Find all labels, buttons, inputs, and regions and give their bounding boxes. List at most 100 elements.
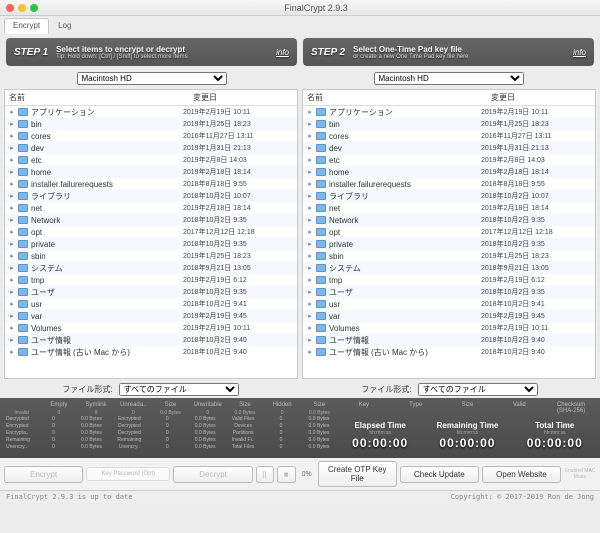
disclosure-icon: ▸ (307, 132, 313, 140)
list-item[interactable]: ▸bin2019年1月25日 18:23 (303, 118, 595, 130)
create-otp-button[interactable]: Create OTP Key File (318, 461, 397, 487)
folder-icon (316, 276, 326, 284)
list-item[interactable]: ▸ライブラリ2018年10月2日 10:07 (5, 190, 297, 202)
folder-icon (316, 300, 326, 308)
action-button-bar: Encrypt Key Password (Opt) Decrypt || ■ … (0, 458, 600, 490)
list-item[interactable]: ▸Volumes2019年2月19日 10:11 (5, 322, 297, 334)
file-name: var (329, 312, 481, 321)
right-file-list[interactable]: ▸アプリケーション2019年2月19日 10:11▸bin2019年1月25日 … (303, 106, 595, 378)
file-name: dev (329, 144, 481, 153)
minimize-icon[interactable] (18, 4, 26, 12)
list-item[interactable]: ▸ユーザ2018年10月2日 9:35 (303, 286, 595, 298)
list-item[interactable]: ▸private2018年10月2日 9:35 (303, 238, 595, 250)
disclosure-icon: ▸ (9, 240, 15, 248)
file-name: Network (31, 216, 183, 225)
list-item[interactable]: ▸opt2017年12月12日 12:18 (303, 226, 595, 238)
step-2: STEP 2 Select One-Time Pad key file or c… (303, 38, 594, 66)
list-item[interactable]: ▸usr2018年10月2日 9:41 (303, 298, 595, 310)
list-item[interactable]: ▸sbin2019年1月25日 18:23 (5, 250, 297, 262)
file-name: ユーザ (31, 287, 183, 298)
file-panes: 名前 変更日 ▸アプリケーション2019年2月19日 10:11▸bin2019… (0, 89, 600, 379)
close-icon[interactable] (6, 4, 14, 12)
list-item[interactable]: ▸home2019年2月18日 18:14 (303, 166, 595, 178)
step-2-info-link[interactable]: info (573, 48, 586, 57)
tab-log[interactable]: Log (49, 18, 80, 34)
list-item[interactable]: ▸cores2016年11月27日 13:11 (5, 130, 297, 142)
list-item[interactable]: ▸ユーザ情報2018年10月2日 9:40 (5, 334, 297, 346)
list-item[interactable]: ▸tmp2019年2月19日 6:12 (303, 274, 595, 286)
stats-right: KeyTypeSizeValidChecksum (SHA-256) Elaps… (341, 402, 594, 454)
encrypt-button[interactable]: Encrypt (4, 466, 83, 483)
list-item[interactable]: ▸var2019年2月19日 9:45 (303, 310, 595, 322)
disclosure-icon: ▸ (9, 252, 15, 260)
file-name: ライブラリ (31, 191, 183, 202)
stats-left: EmptySymlinkUnreada..SizeUnwritableSizeH… (6, 402, 335, 454)
list-item[interactable]: ▸private2018年10月2日 9:35 (5, 238, 297, 250)
list-item[interactable]: ▸var2019年2月19日 9:45 (5, 310, 297, 322)
check-update-button[interactable]: Check Update (400, 466, 479, 483)
list-item[interactable]: ▸ユーザ情報 (古い Mac から)2018年10月2日 9:40 (5, 346, 297, 358)
list-item[interactable]: ▸opt2017年12月12日 12:18 (5, 226, 297, 238)
folder-icon (316, 312, 326, 320)
list-item[interactable]: ▸sbin2019年1月25日 18:23 (303, 250, 595, 262)
disclosure-icon: ▸ (307, 300, 313, 308)
right-drive-select[interactable]: Macintosh HD (374, 72, 524, 85)
left-drive-select[interactable]: Macintosh HD (77, 72, 227, 85)
file-name: var (31, 312, 183, 321)
list-item[interactable]: ▸システム2018年9月21日 13:05 (5, 262, 297, 274)
file-type-select-right[interactable]: すべてのファイル (418, 383, 538, 396)
file-name: sbin (329, 252, 481, 261)
folder-icon (316, 204, 326, 212)
right-column-header[interactable]: 名前 変更日 (303, 90, 595, 106)
disclosure-icon: ▸ (307, 348, 313, 356)
disclosure-icon: ▸ (9, 264, 15, 272)
list-item[interactable]: ▸ライブラリ2018年10月2日 10:07 (303, 190, 595, 202)
list-item[interactable]: ▸tmp2019年2月19日 6:12 (5, 274, 297, 286)
decrypt-button[interactable]: Decrypt (173, 466, 252, 483)
file-date: 2018年10月2日 9:35 (183, 287, 293, 297)
key-password-input[interactable]: Key Password (Opt) (86, 467, 170, 481)
list-item[interactable]: ▸home2019年2月18日 18:14 (5, 166, 297, 178)
disclosure-icon: ▸ (9, 336, 15, 344)
file-name: etc (31, 156, 183, 165)
list-item[interactable]: ▸bin2019年1月25日 18:23 (5, 118, 297, 130)
file-name: opt (31, 228, 183, 237)
list-item[interactable]: ▸dev2019年1月31日 21:13 (5, 142, 297, 154)
remaining-timer: Remaining Time hh:mm:ss 00:00:00 (437, 421, 499, 450)
list-item[interactable]: ▸アプリケーション2019年2月19日 10:11 (5, 106, 297, 118)
file-name: net (329, 204, 481, 213)
list-item[interactable]: ▸usr2018年10月2日 9:41 (5, 298, 297, 310)
list-item[interactable]: ▸etc2019年2月8日 14:03 (303, 154, 595, 166)
disclosure-icon: ▸ (9, 324, 15, 332)
list-item[interactable]: ▸net2019年2月18日 18:14 (5, 202, 297, 214)
list-item[interactable]: ▸ユーザ情報2018年10月2日 9:40 (303, 334, 595, 346)
list-item[interactable]: ▸etc2019年2月8日 14:03 (5, 154, 297, 166)
left-column-header[interactable]: 名前 変更日 (5, 90, 297, 106)
list-item[interactable]: ▸dev2019年1月31日 21:13 (303, 142, 595, 154)
tab-encrypt[interactable]: Encrypt (4, 18, 49, 34)
col-modified: 変更日 (491, 92, 591, 103)
file-date: 2018年10月2日 9:35 (481, 239, 591, 249)
list-item[interactable]: ▸installer.failurerequests2018年8月18日 9:5… (5, 178, 297, 190)
list-item[interactable]: ▸Network2018年10月2日 9:35 (303, 214, 595, 226)
stop-button[interactable]: ■ (277, 466, 296, 483)
file-type-select-left[interactable]: すべてのファイル (119, 383, 239, 396)
list-item[interactable]: ▸net2019年2月18日 18:14 (303, 202, 595, 214)
disclosure-icon: ▸ (307, 120, 313, 128)
list-item[interactable]: ▸installer.failurerequests2018年8月18日 9:5… (303, 178, 595, 190)
file-type-label-left: ファイル形式: (62, 384, 112, 395)
zoom-icon[interactable] (30, 4, 38, 12)
list-item[interactable]: ▸cores2016年11月27日 13:11 (303, 130, 595, 142)
step-1-info-link[interactable]: info (276, 48, 289, 57)
open-website-button[interactable]: Open Website (482, 466, 561, 483)
list-item[interactable]: ▸ユーザ情報 (古い Mac から)2018年10月2日 9:40 (303, 346, 595, 358)
list-item[interactable]: ▸アプリケーション2019年2月19日 10:11 (303, 106, 595, 118)
pause-button[interactable]: || (256, 466, 274, 483)
list-item[interactable]: ▸システム2018年9月21日 13:05 (303, 262, 595, 274)
list-item[interactable]: ▸Network2018年10月2日 9:35 (5, 214, 297, 226)
list-item[interactable]: ▸ユーザ2018年10月2日 9:35 (5, 286, 297, 298)
list-item[interactable]: ▸Volumes2019年2月19日 10:11 (303, 322, 595, 334)
left-file-list[interactable]: ▸アプリケーション2019年2月19日 10:11▸bin2019年1月25日 … (5, 106, 297, 378)
file-name: システム (329, 263, 481, 274)
col-name: 名前 (9, 92, 193, 103)
